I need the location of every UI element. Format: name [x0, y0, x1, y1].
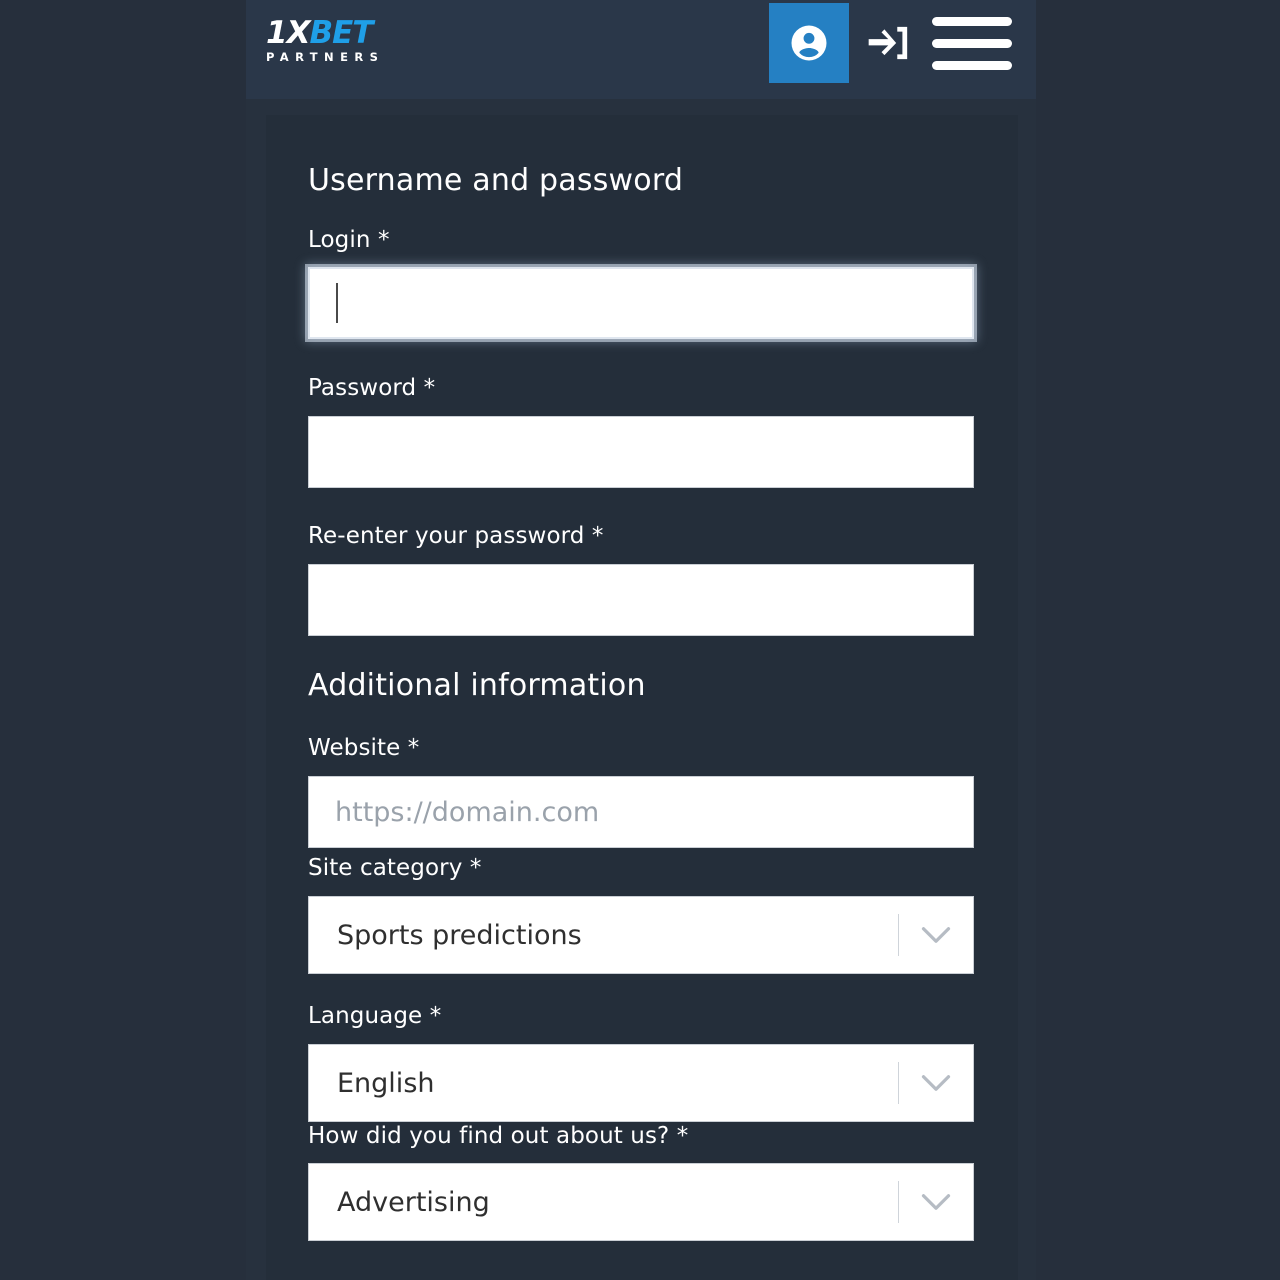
account-button[interactable]: [769, 3, 849, 83]
password-label: Password *: [308, 375, 436, 401]
site-category-label: Site category *: [308, 855, 482, 881]
brand-logo-one: 1: [266, 15, 288, 51]
header-actions: [769, 0, 1019, 99]
website-label: Website *: [308, 735, 420, 761]
brand-logo-x: X: [286, 15, 311, 51]
site-category-select[interactable]: Sports predictions: [308, 896, 974, 974]
brand-logo[interactable]: 1XBET PARTNERS: [266, 18, 446, 78]
site-header: 1XBET PARTNERS: [246, 0, 1036, 99]
password-input[interactable]: [308, 416, 974, 488]
text-caret: [336, 283, 338, 323]
hamburger-menu-icon-bar-1: [932, 16, 1012, 26]
section-title-additional-information: Additional information: [308, 668, 646, 703]
hamburger-menu-button[interactable]: [925, 3, 1019, 83]
chevron-down-icon[interactable]: [899, 1193, 973, 1211]
language-select[interactable]: English: [308, 1044, 974, 1122]
referral-source-label: How did you find out about us? *: [308, 1123, 689, 1149]
account-circle-icon: [788, 22, 830, 64]
registration-form-card: Username and password Login * Password *…: [266, 115, 1018, 1280]
hamburger-menu-icon-bar-2: [932, 38, 1012, 48]
chevron-down-icon[interactable]: [899, 926, 973, 944]
sign-in-icon: [865, 21, 909, 65]
referral-source-select[interactable]: Advertising: [308, 1163, 974, 1241]
site-category-select-value: Sports predictions: [337, 919, 582, 951]
language-select-value: English: [337, 1067, 435, 1099]
page-root: 1XBET PARTNERS Username and password Log…: [0, 0, 1280, 1280]
signin-button[interactable]: [849, 3, 925, 83]
chevron-down-icon[interactable]: [899, 1074, 973, 1092]
referral-source-select-value: Advertising: [337, 1186, 490, 1218]
website-input[interactable]: https://domain.com: [308, 776, 974, 848]
password-confirm-input[interactable]: [308, 564, 974, 636]
brand-logo-main: 1XBET: [266, 18, 446, 49]
brand-logo-bet: BET: [309, 15, 373, 51]
hamburger-menu-icon-bar-3: [932, 60, 1012, 70]
login-input[interactable]: [308, 267, 974, 339]
brand-logo-subtitle: PARTNERS: [266, 50, 385, 64]
password-confirm-label: Re-enter your password *: [308, 523, 604, 549]
website-input-placeholder: https://domain.com: [335, 796, 600, 828]
login-label: Login *: [308, 227, 390, 253]
language-label: Language *: [308, 1003, 442, 1029]
section-title-username-password: Username and password: [308, 163, 684, 198]
